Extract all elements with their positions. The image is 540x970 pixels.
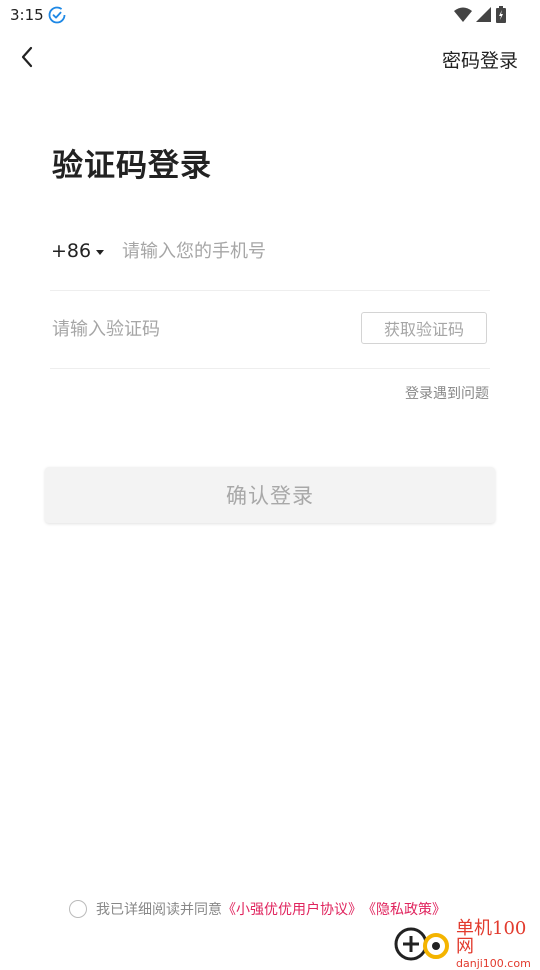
login-trouble-link[interactable]: 登录遇到问题: [405, 383, 489, 403]
watermark-logo-icon: [392, 924, 452, 966]
confirm-login-button[interactable]: 确认登录: [45, 467, 495, 523]
country-code-value: +86: [51, 240, 92, 262]
country-code-selector[interactable]: +86: [51, 240, 105, 262]
password-login-link[interactable]: 密码登录: [442, 46, 518, 73]
verification-code-input[interactable]: [52, 314, 342, 344]
divider: [50, 290, 490, 291]
battery-icon: [496, 6, 506, 27]
status-icons: [454, 6, 506, 27]
sync-check-icon: [48, 6, 66, 24]
signal-icon: [476, 6, 492, 27]
back-arrow-icon: [20, 46, 34, 72]
agreement-row: 我已详细阅读并同意 《小强优优用户协议》 《隐私政策》: [69, 899, 446, 919]
agreement-text: 我已详细阅读并同意: [96, 902, 222, 918]
phone-input[interactable]: [122, 236, 482, 266]
wifi-icon: [454, 7, 472, 27]
get-code-button[interactable]: 获取验证码: [361, 312, 487, 344]
caret-down-icon: [96, 249, 105, 255]
privacy-policy-link[interactable]: 《隐私政策》: [362, 899, 446, 919]
watermark: 单机100网 danji100.com: [392, 920, 540, 969]
status-time: 3:15: [10, 6, 44, 24]
watermark-title: 单机100网: [456, 918, 527, 957]
back-button[interactable]: [14, 44, 40, 74]
user-agreement-link[interactable]: 《小强优优用户协议》: [222, 899, 362, 919]
agreement-checkbox[interactable]: [69, 900, 87, 918]
page-title: 验证码登录: [52, 148, 212, 184]
divider: [50, 368, 490, 369]
